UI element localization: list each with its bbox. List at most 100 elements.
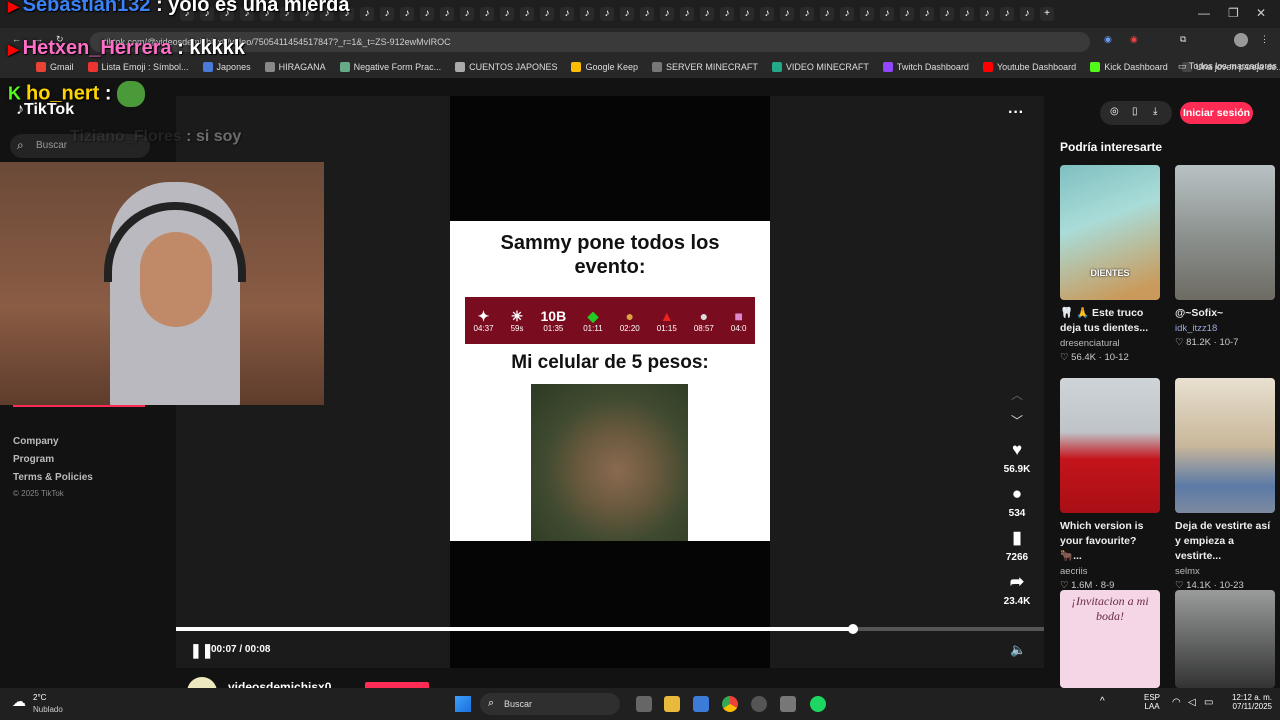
taskbar-search[interactable]: Buscar: [480, 693, 620, 715]
tiktok-tab-icon[interactable]: ♪: [1020, 7, 1034, 21]
coin-icon[interactable]: ◎: [1110, 106, 1119, 117]
bookmark-twitch[interactable]: Twitch Dashboard: [882, 62, 969, 72]
footer-program[interactable]: Program: [13, 454, 54, 465]
wifi-icon[interactable]: ◠: [1172, 697, 1181, 708]
close-window-icon[interactable]: ✕: [1256, 6, 1266, 20]
tiktok-tab-icon[interactable]: ♪: [460, 7, 474, 21]
volume-icon[interactable]: 🔈: [1010, 642, 1026, 658]
weather-icon[interactable]: ☁: [12, 693, 26, 710]
pause-icon[interactable]: ❚❚: [190, 642, 213, 659]
comment-button[interactable]: ● 534: [1003, 484, 1031, 519]
footer-terms[interactable]: Terms & Policies: [13, 472, 93, 483]
battery-icon[interactable]: ▭: [1204, 697, 1213, 708]
all-bookmarks[interactable]: ▭ Todos los marcadores: [1178, 61, 1277, 72]
tiktok-tab-icon[interactable]: ♪: [600, 7, 614, 21]
card-author[interactable]: dresenciatural: [1060, 338, 1160, 349]
tiktok-tab-icon[interactable]: ♪: [520, 7, 534, 21]
card-thumbnail[interactable]: [1175, 590, 1275, 688]
tiktok-tab-icon[interactable]: ♪: [620, 7, 634, 21]
chevron-up-icon[interactable]: ︿: [1011, 386, 1023, 403]
tiktok-tab-icon[interactable]: ♪: [920, 7, 934, 21]
speaker-icon[interactable]: ◁: [1188, 697, 1196, 708]
bookmark-hiragana[interactable]: HIRAGANA: [264, 62, 326, 72]
extension-icon[interactable]: ◉: [1104, 34, 1112, 45]
more-options-icon[interactable]: ···: [1008, 104, 1024, 122]
recommend-card[interactable]: Deja de vestirte así y empieza a vestirt…: [1175, 378, 1275, 591]
app-icon[interactable]: [780, 696, 796, 712]
windows-start-icon[interactable]: [455, 696, 471, 712]
bookmark-keep[interactable]: Google Keep: [571, 62, 638, 72]
tiktok-tab-icon[interactable]: ♪: [540, 7, 554, 21]
progress-track[interactable]: [176, 624, 1044, 634]
tiktok-tab-icon[interactable]: ♪: [900, 7, 914, 21]
card-thumbnail[interactable]: ¡Invitacion a mi boda!: [1060, 590, 1160, 688]
card-title[interactable]: Deja de vestirte así y empieza a vestirt…: [1175, 519, 1275, 564]
tiktok-tab-icon[interactable]: ♪: [560, 7, 574, 21]
bookmark-japones[interactable]: Japones: [202, 62, 251, 72]
save-button[interactable]: ▮ 7266: [1003, 528, 1031, 563]
minimize-icon[interactable]: —: [1198, 6, 1210, 20]
tray-chevron-icon[interactable]: ^: [1100, 696, 1105, 707]
tiktok-tab-icon[interactable]: ♪: [680, 7, 694, 21]
like-button[interactable]: ♥ 56.9K: [1003, 440, 1031, 475]
download-icon[interactable]: ⤓: [1153, 106, 1157, 117]
bookmark-kick[interactable]: Kick Dashboard: [1090, 62, 1168, 72]
tiktok-tab-icon[interactable]: ♪: [420, 7, 434, 21]
weather-temp[interactable]: 2°C: [33, 693, 46, 702]
bookmark-negative[interactable]: Negative Form Prac...: [339, 62, 441, 72]
tiktok-tab-icon[interactable]: ♪: [960, 7, 974, 21]
footer-company[interactable]: Company: [13, 436, 59, 447]
card-thumbnail[interactable]: [1060, 378, 1160, 513]
store-icon[interactable]: [693, 696, 709, 712]
bookmark-server-mc[interactable]: SERVER MINECRAFT: [652, 62, 758, 72]
card-author[interactable]: selmx: [1175, 566, 1275, 577]
recommend-card[interactable]: DIENTES 🦷 🙏 Este truco deja tus dientes.…: [1060, 165, 1160, 363]
tiktok-tab-icon[interactable]: ♪: [360, 7, 374, 21]
obs-icon[interactable]: [751, 696, 767, 712]
bookmark-gmail[interactable]: Gmail: [36, 62, 74, 72]
card-thumbnail[interactable]: DIENTES: [1060, 165, 1160, 300]
phone-icon[interactable]: ▯: [1132, 106, 1138, 117]
file-explorer-icon[interactable]: [664, 696, 680, 712]
card-title[interactable]: @~Sofix~: [1175, 306, 1275, 321]
task-view-icon[interactable]: [636, 696, 652, 712]
tiktok-tab-icon[interactable]: ♪: [840, 7, 854, 21]
tiktok-tab-icon[interactable]: ♪: [440, 7, 454, 21]
extension-icon[interactable]: ◉: [1130, 34, 1138, 45]
new-tab-plus-icon[interactable]: +: [1040, 7, 1054, 21]
tiktok-tab-icon[interactable]: ♪: [980, 7, 994, 21]
card-thumbnail[interactable]: [1175, 165, 1275, 300]
tiktok-tab-icon[interactable]: ♪: [800, 7, 814, 21]
chrome-icon[interactable]: [722, 696, 738, 712]
menu-dots-icon[interactable]: ⋮: [1260, 34, 1269, 45]
bookmark-emoji[interactable]: Lista Emoji : Símbol...: [87, 62, 189, 72]
tiktok-tab-icon[interactable]: ♪: [640, 7, 654, 21]
tiktok-tab-icon[interactable]: ♪: [660, 7, 674, 21]
tiktok-tab-icon[interactable]: ♪: [880, 7, 894, 21]
bookmark-youtube[interactable]: Youtube Dashboard: [982, 62, 1076, 72]
card-title[interactable]: Which version is your favourite? 🐂...: [1060, 519, 1160, 564]
recommend-card[interactable]: ¡Invitacion a mi boda!: [1060, 590, 1160, 688]
card-title[interactable]: 🦷 🙏 Este truco deja tus dientes...: [1060, 306, 1160, 336]
profile-avatar[interactable]: [1234, 33, 1248, 47]
tiktok-tab-icon[interactable]: ♪: [820, 7, 834, 21]
share-button[interactable]: ➦ 23.4K: [1003, 572, 1031, 607]
language-indicator[interactable]: ESP LAA: [1144, 693, 1160, 711]
tiktok-tab-icon[interactable]: ♪: [760, 7, 774, 21]
progress-scrubber[interactable]: [848, 624, 859, 634]
maximize-icon[interactable]: ❐: [1228, 6, 1239, 20]
tiktok-tab-icon[interactable]: ♪: [1000, 7, 1014, 21]
tiktok-tab-icon[interactable]: ♪: [580, 7, 594, 21]
bookmark-cuentos[interactable]: CUENTOS JAPONES: [455, 62, 557, 72]
tiktok-tab-icon[interactable]: ♪: [860, 7, 874, 21]
tiktok-tab-icon[interactable]: ♪: [480, 7, 494, 21]
tiktok-tab-icon[interactable]: ♪: [700, 7, 714, 21]
spotify-icon[interactable]: [810, 696, 826, 712]
tiktok-tab-icon[interactable]: ♪: [720, 7, 734, 21]
tiktok-tab-icon[interactable]: ♪: [400, 7, 414, 21]
recommend-card[interactable]: [1175, 590, 1275, 688]
recommend-card[interactable]: @~Sofix~ idk_itzz18 ♡ 81.2K · 10-7: [1175, 165, 1275, 348]
tiktok-tab-icon[interactable]: ♪: [780, 7, 794, 21]
recommend-card[interactable]: Which version is your favourite? 🐂... ae…: [1060, 378, 1160, 591]
tiktok-tab-icon[interactable]: ♪: [500, 7, 514, 21]
